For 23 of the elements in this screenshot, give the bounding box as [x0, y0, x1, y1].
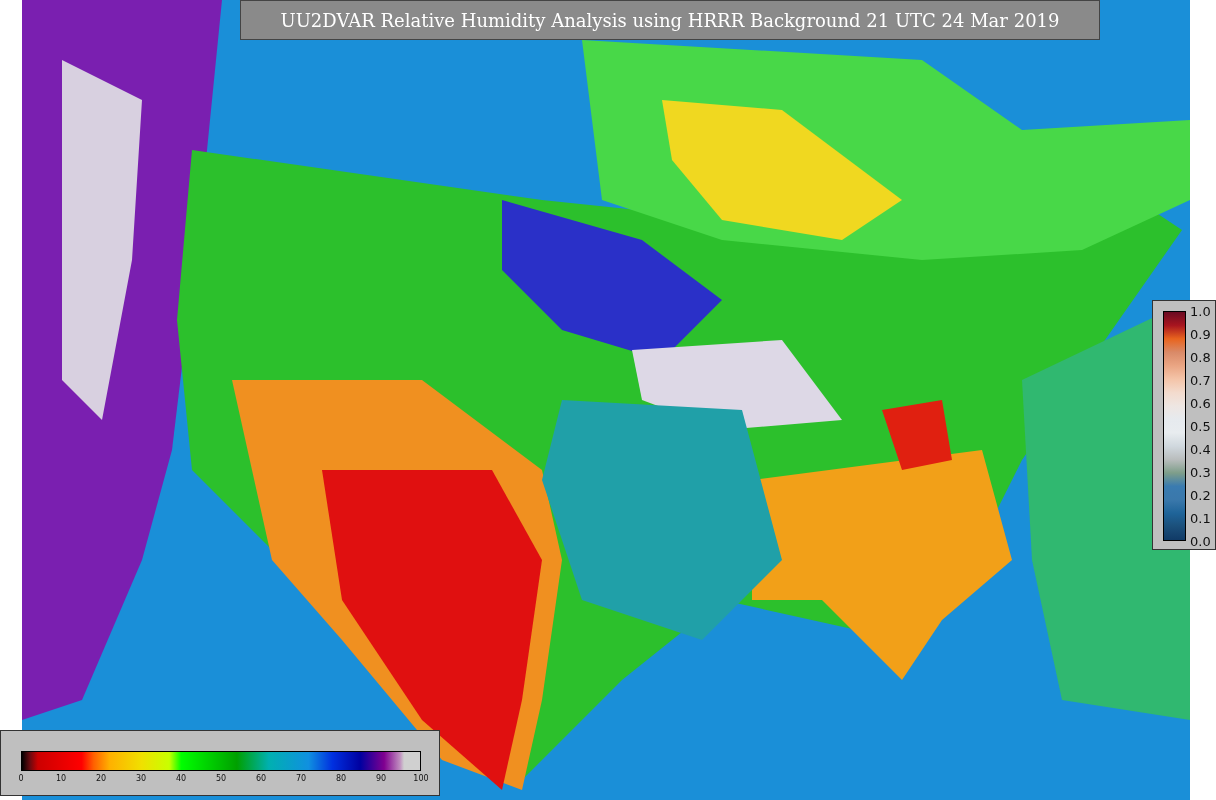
- tick-label: 0.4: [1190, 441, 1211, 457]
- tick-label: 30: [135, 774, 147, 783]
- tick-label: 90: [375, 774, 387, 783]
- tick-label: 0.2: [1190, 487, 1211, 503]
- tick-label: 40: [175, 774, 187, 783]
- tick-label: 70: [295, 774, 307, 783]
- tick-label: 0.7: [1190, 372, 1211, 388]
- tick-label: 0.1: [1190, 510, 1211, 526]
- tick-label: 60: [255, 774, 267, 783]
- tick-label: 0: [18, 774, 24, 783]
- tick-label: 0.8: [1190, 349, 1211, 365]
- tick-label: 20: [95, 774, 107, 783]
- map-title: UU2DVAR Relative Humidity Analysis using HRRR Background 21 UTC 24 Mar 2019: [240, 0, 1100, 40]
- tick-label: 100: [413, 774, 429, 783]
- tick-label: 0.3: [1190, 464, 1211, 480]
- tick-label: 80: [335, 774, 347, 783]
- tick-label: 50: [215, 774, 227, 783]
- tick-label: 1.0: [1190, 303, 1211, 319]
- tick-label: 0.6: [1190, 395, 1211, 411]
- tick-label: 0.9: [1190, 326, 1211, 342]
- tick-label: 0.5: [1190, 418, 1211, 434]
- tick-label: 10: [55, 774, 67, 783]
- tick-label: 0.0: [1190, 533, 1211, 549]
